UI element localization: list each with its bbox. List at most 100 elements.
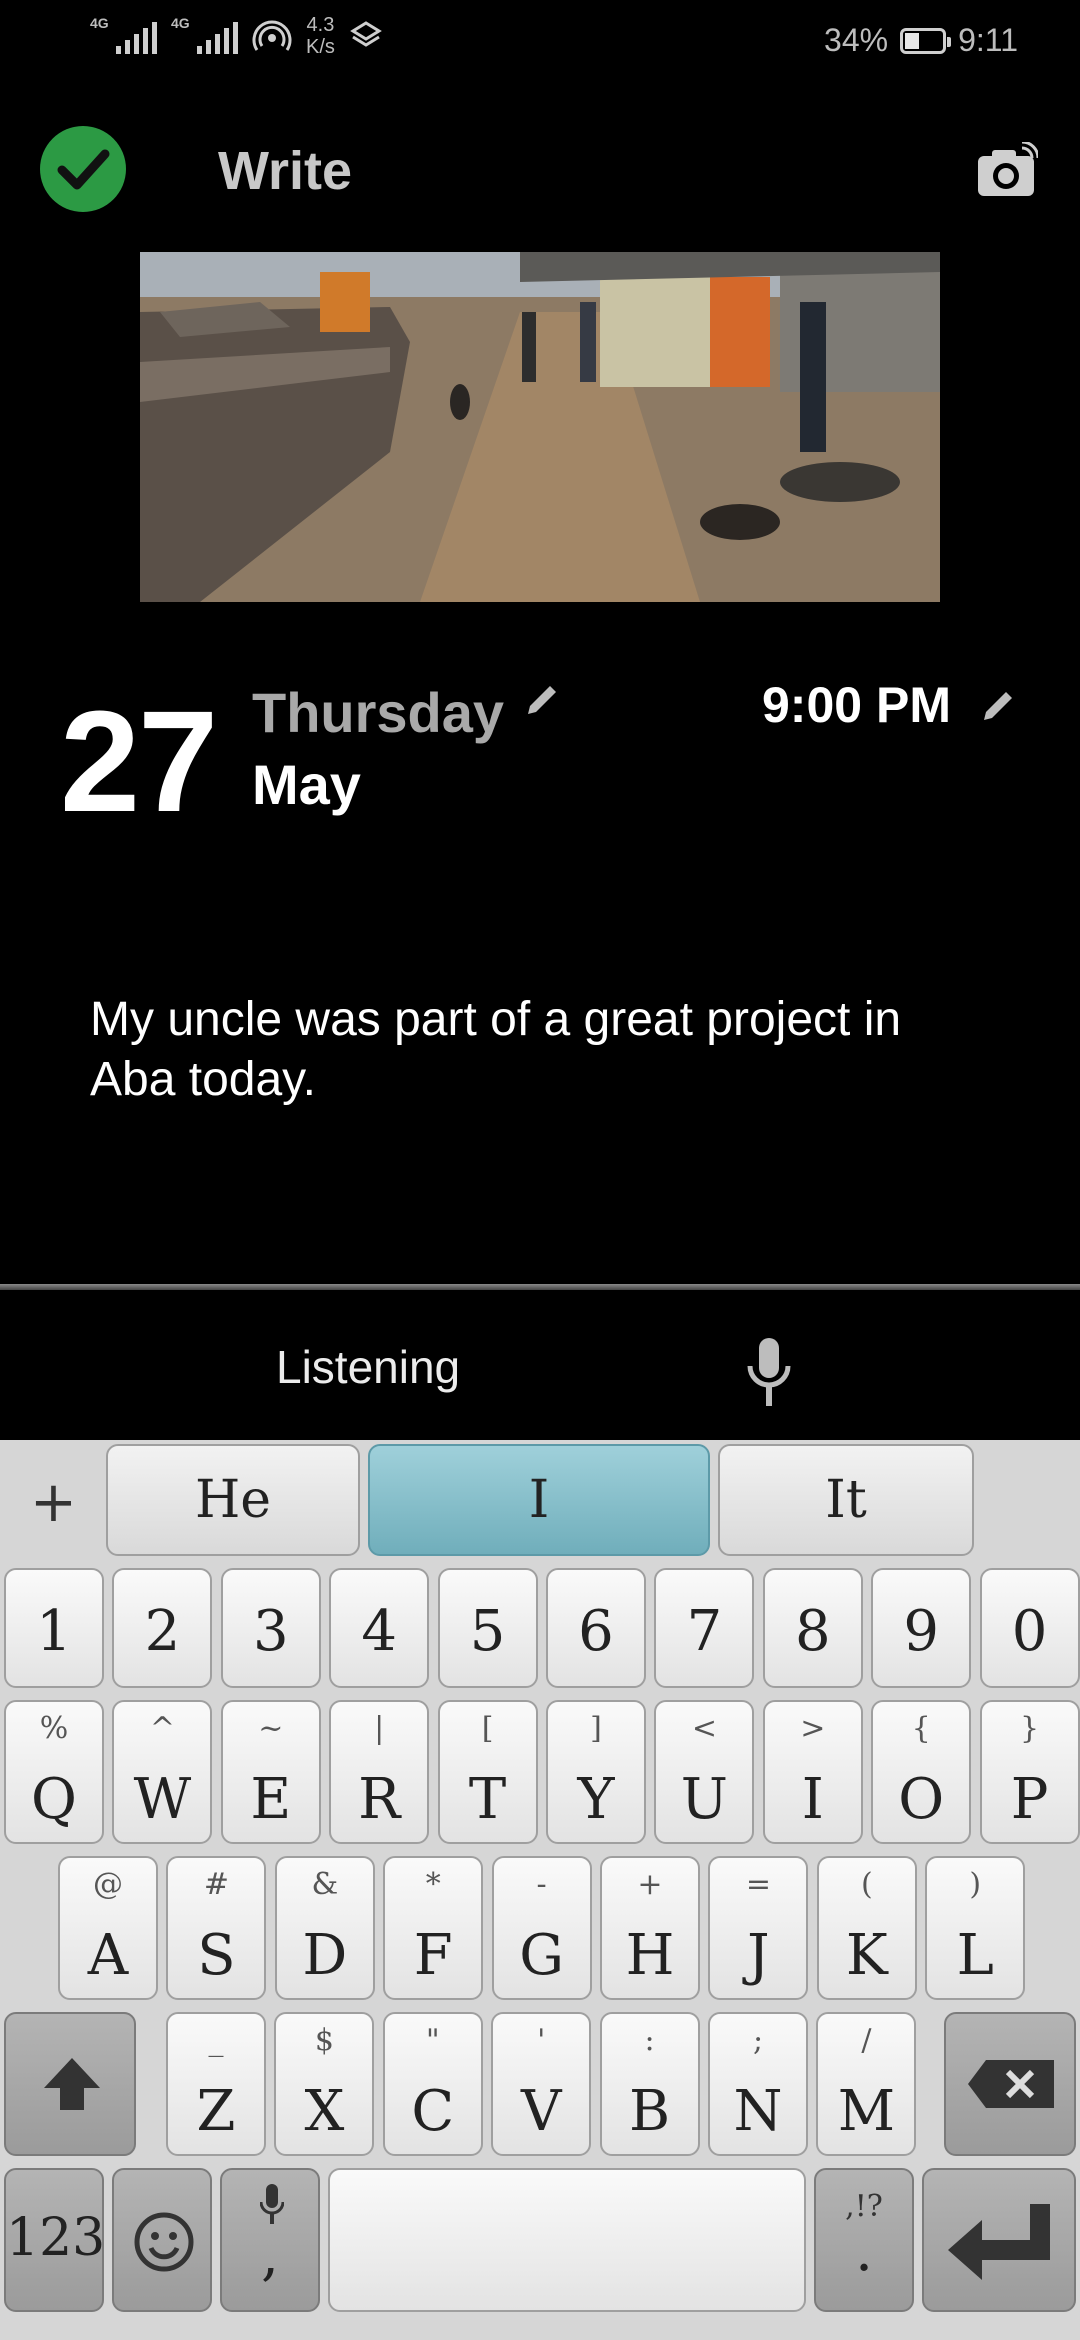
- status-right: 34% 9:11: [824, 22, 1018, 59]
- key-z[interactable]: _ Z: [166, 2012, 266, 2156]
- key-i[interactable]: > I: [762, 1700, 863, 1844]
- key-a-symbol: @: [93, 1867, 123, 1902]
- key-r-symbol: |: [374, 1711, 385, 1746]
- key-0[interactable]: 0: [979, 1568, 1080, 1688]
- edit-date-icon[interactable]: [522, 680, 562, 720]
- month-label: May: [252, 753, 361, 816]
- key-w-symbol: ^: [149, 1711, 175, 1746]
- key-6[interactable]: 6: [546, 1568, 646, 1688]
- key-a[interactable]: @ A: [58, 1856, 158, 2000]
- backspace-key[interactable]: [944, 2012, 1076, 2156]
- key-5-label: 5: [469, 1599, 506, 1664]
- signal-icon: 4G: [171, 16, 238, 54]
- key-e[interactable]: ~ E: [220, 1700, 321, 1844]
- key-n-label: N: [733, 2079, 783, 2144]
- key-9[interactable]: 9: [871, 1568, 972, 1688]
- key-r-label: R: [358, 1767, 401, 1832]
- plus-icon[interactable]: +: [30, 1470, 77, 1535]
- emoji-key[interactable]: [112, 2168, 212, 2312]
- page-title: Write: [218, 141, 353, 201]
- divider: [0, 1284, 1080, 1290]
- key-z-symbol: _: [208, 2023, 224, 2058]
- key-y-label: Y: [577, 1767, 615, 1832]
- key-t[interactable]: [T: [437, 1700, 538, 1844]
- key-x[interactable]: $ X: [274, 2012, 375, 2156]
- key-f[interactable]: * F: [383, 1856, 484, 2000]
- entry-text[interactable]: My uncle was part of a great project in …: [90, 990, 990, 1110]
- key-v-label: V: [520, 2079, 562, 2144]
- key-g[interactable]: -G: [491, 1856, 592, 2000]
- key-o[interactable]: {O: [871, 1700, 972, 1844]
- key-s[interactable]: # S: [166, 1856, 267, 2000]
- speed-value: 4.3: [306, 14, 335, 36]
- voice-comma-key[interactable]: ,: [220, 2168, 320, 2312]
- key-m-symbol: /: [861, 2023, 872, 2058]
- key-d-symbol: &: [311, 1867, 339, 1902]
- edit-time-icon[interactable]: [978, 686, 1018, 726]
- battery-percent: 34%: [824, 22, 889, 58]
- key-f-label: F: [413, 1923, 453, 1988]
- shift-key[interactable]: [4, 2012, 136, 2156]
- key-2-label: 2: [144, 1599, 181, 1664]
- key-2[interactable]: 2: [112, 1568, 213, 1688]
- key-h-label: H: [625, 1923, 675, 1988]
- key-u-label: U: [680, 1767, 728, 1832]
- key-9-label: 9: [903, 1599, 939, 1664]
- key-c-symbol: ": [425, 2023, 440, 2058]
- key-o-label: O: [898, 1767, 945, 1832]
- key-m[interactable]: / M: [816, 2012, 917, 2156]
- numbers-key[interactable]: 123: [4, 2168, 105, 2312]
- period-key[interactable]: ,!? .: [814, 2168, 914, 2312]
- key-3[interactable]: 3: [220, 1568, 321, 1688]
- key-x-symbol: $: [314, 2023, 334, 2058]
- key-3-label: 3: [252, 1599, 289, 1664]
- key-c[interactable]: " C: [382, 2012, 483, 2156]
- network-speed: 4.3 K/s: [306, 14, 335, 58]
- key-v[interactable]: ' V: [491, 2012, 592, 2156]
- key-p-symbol: }: [1020, 1711, 1040, 1746]
- key-j-label: J: [747, 1923, 770, 1988]
- check-icon[interactable]: [40, 126, 126, 212]
- suggestion-2[interactable]: I: [368, 1444, 710, 1556]
- key-f-symbol: *: [425, 1867, 441, 1902]
- key-d[interactable]: & D: [274, 1856, 375, 2000]
- key-p[interactable]: } P: [979, 1700, 1080, 1844]
- key-k-label: K: [845, 1923, 888, 1988]
- key-4[interactable]: 4: [329, 1568, 430, 1688]
- key-g-symbol: -: [536, 1867, 547, 1902]
- key-w[interactable]: ^ W: [112, 1700, 213, 1844]
- key-l-symbol: ): [969, 1867, 982, 1902]
- key-5[interactable]: 5: [437, 1568, 538, 1688]
- key-n[interactable]: ; N: [708, 2012, 808, 2156]
- camera-icon[interactable]: [976, 140, 1040, 198]
- key-e-symbol: ~: [258, 1711, 284, 1746]
- key-8-label: 8: [794, 1599, 831, 1664]
- key-4-label: 4: [361, 1599, 397, 1664]
- suggestion-1[interactable]: He: [106, 1444, 360, 1556]
- key-u[interactable]: < U: [654, 1700, 755, 1844]
- key-q[interactable]: % Q: [4, 1700, 104, 1844]
- space-key[interactable]: [328, 2168, 806, 2312]
- key-a-label: A: [87, 1923, 129, 1988]
- key-i-label: I: [801, 1767, 824, 1832]
- enter-key[interactable]: [922, 2168, 1076, 2312]
- key-s-symbol: #: [203, 1867, 229, 1902]
- key-p-label: P: [1010, 1767, 1049, 1832]
- key-h[interactable]: + H: [600, 1856, 700, 2000]
- key-7-label: 7: [686, 1599, 723, 1664]
- attached-photo[interactable]: [140, 252, 940, 602]
- key-b[interactable]: :B: [599, 2012, 700, 2156]
- key-7[interactable]: 7: [654, 1568, 755, 1688]
- key-k[interactable]: (K: [816, 1856, 917, 2000]
- key-j[interactable]: = J: [708, 1856, 809, 2000]
- key-l[interactable]: ) L: [925, 1856, 1026, 2000]
- key-r[interactable]: | R: [329, 1700, 430, 1844]
- key-8[interactable]: 8: [762, 1568, 863, 1688]
- key-b-symbol: :: [644, 2023, 655, 2058]
- microphone-icon[interactable]: [746, 1336, 792, 1408]
- day-number: 27: [60, 681, 218, 842]
- suggestion-3[interactable]: It: [718, 1444, 974, 1556]
- key-1[interactable]: 1: [4, 1568, 104, 1688]
- key-q-symbol: %: [39, 1711, 69, 1746]
- key-y[interactable]: ] Y: [546, 1700, 646, 1844]
